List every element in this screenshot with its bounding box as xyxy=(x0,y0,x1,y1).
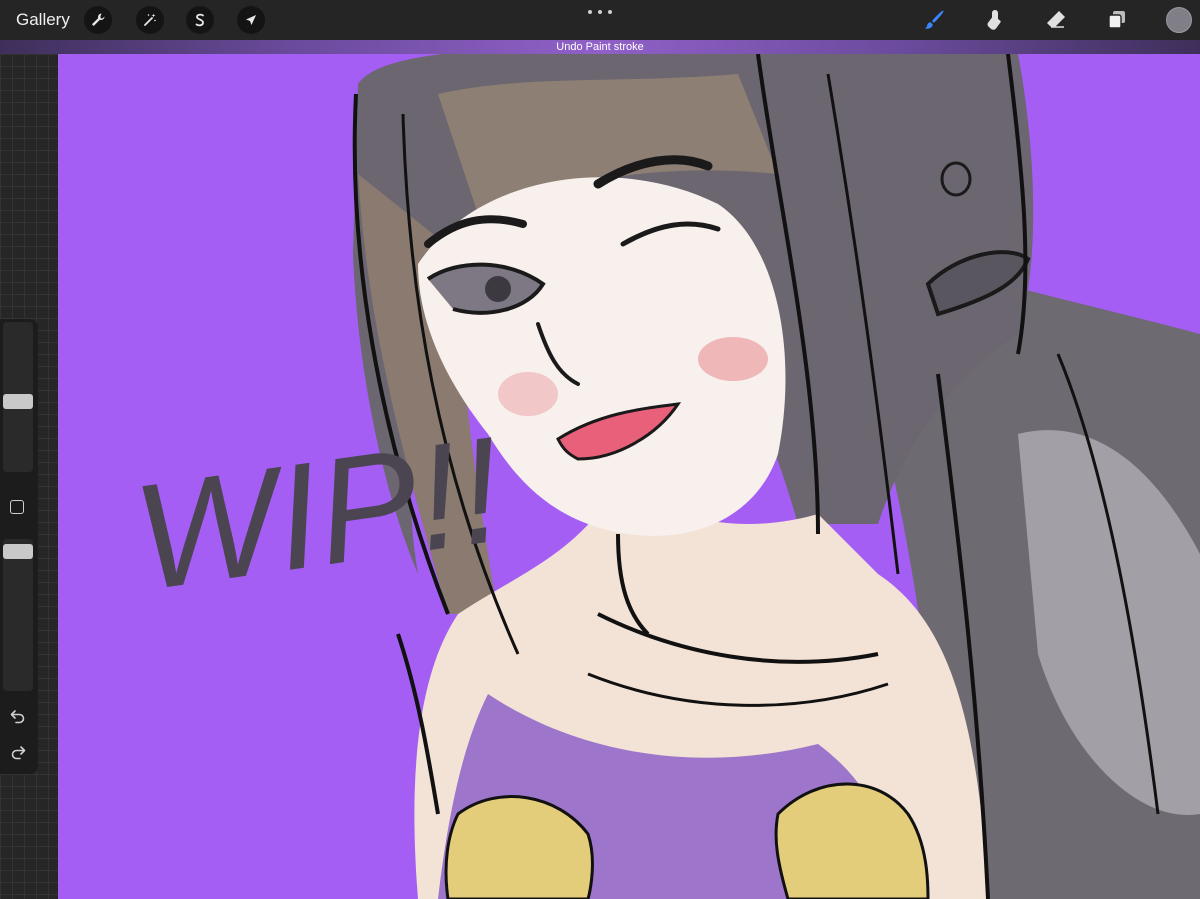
dot xyxy=(598,10,602,14)
notification-text: Undo Paint stroke xyxy=(556,41,644,53)
paint-tool-button[interactable] xyxy=(920,6,948,34)
eraser-icon xyxy=(1047,11,1065,28)
drawing-canvas[interactable]: WIP!! xyxy=(58,54,1200,899)
selection-button[interactable] xyxy=(186,6,214,34)
wrench-icon xyxy=(92,13,105,26)
more-options-button[interactable] xyxy=(588,8,612,16)
dot xyxy=(588,10,592,14)
opacity-slider[interactable] xyxy=(3,539,33,691)
eraser-tool-button[interactable] xyxy=(1042,6,1070,34)
smudge-icon xyxy=(987,10,1001,30)
magic-wand-icon xyxy=(144,13,156,26)
layers-icon xyxy=(1108,11,1125,29)
eye-pupil xyxy=(485,276,511,302)
cheek-blush xyxy=(498,372,558,416)
top-toolbar: Gallery xyxy=(0,0,1200,40)
artwork: WIP!! xyxy=(125,54,1200,899)
sidebar xyxy=(0,319,38,774)
adjustments-button[interactable] xyxy=(136,6,164,34)
brush-icon xyxy=(924,10,944,29)
selection-s-icon xyxy=(195,13,204,27)
brush-size-slider-thumb[interactable] xyxy=(3,394,33,409)
smudge-tool-button[interactable] xyxy=(980,6,1008,34)
modify-button[interactable] xyxy=(10,500,24,514)
undo-icon[interactable] xyxy=(9,707,27,725)
layers-button[interactable] xyxy=(1103,6,1131,34)
workspace-background xyxy=(0,54,58,899)
actions-button[interactable] xyxy=(84,6,112,34)
redo-icon[interactable] xyxy=(9,743,27,761)
color-picker-button[interactable] xyxy=(1166,7,1192,33)
transform-button[interactable] xyxy=(237,6,265,34)
dot xyxy=(608,10,612,14)
cheek-blush xyxy=(698,337,768,381)
gallery-button[interactable]: Gallery xyxy=(16,10,70,30)
transform-arrow-icon xyxy=(246,15,256,25)
opacity-slider-thumb[interactable] xyxy=(3,544,33,559)
